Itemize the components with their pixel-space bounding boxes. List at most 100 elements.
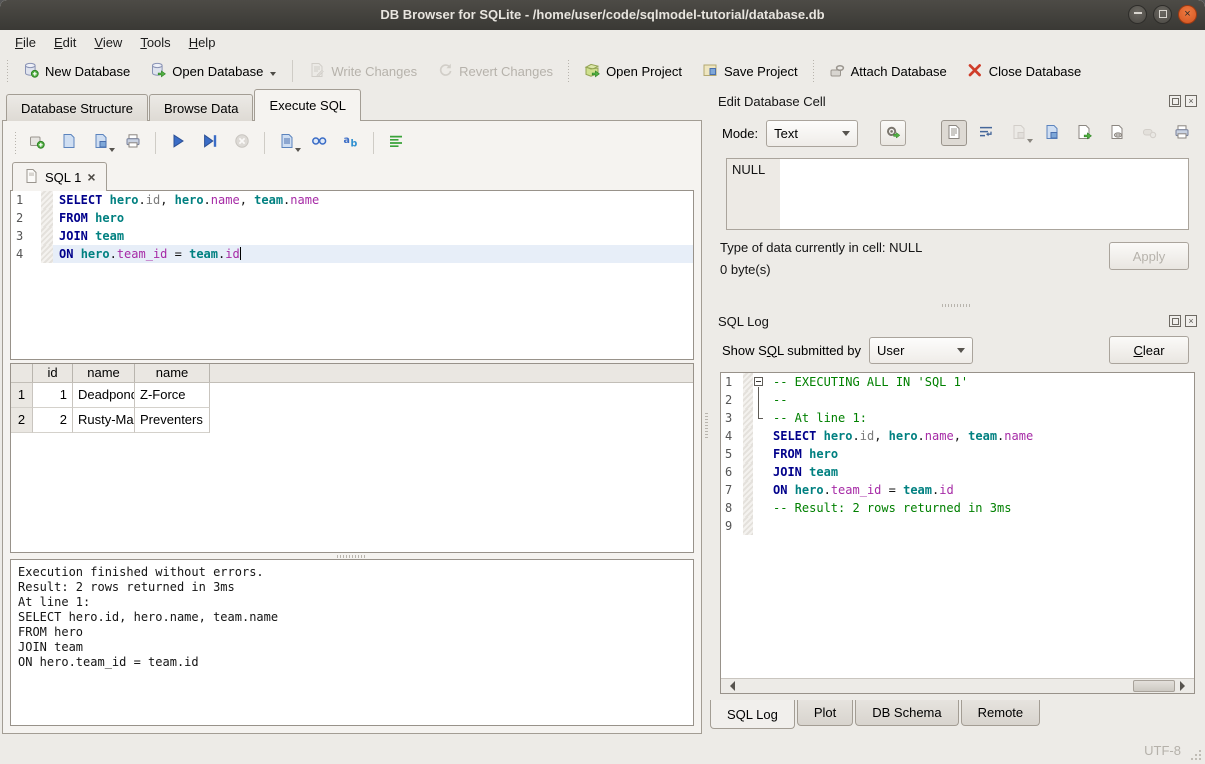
tab-database-structure[interactable]: Database Structure: [6, 94, 148, 121]
attach-database-button[interactable]: Attach Database: [819, 58, 957, 85]
apply-button[interactable]: Apply: [1109, 242, 1189, 270]
menu-view[interactable]: View: [85, 33, 131, 52]
table-cell[interactable]: 2: [33, 408, 73, 433]
results-grid[interactable]: idnamename11DeadpondZ-Force22Rusty-ManPr…: [10, 363, 694, 553]
code-line: 3JOIN team: [11, 227, 693, 245]
table-cell[interactable]: 1: [33, 383, 73, 408]
dropdown-caret-icon[interactable]: [1027, 139, 1033, 146]
toolbar-separator: [811, 60, 816, 82]
close-sql-tab-icon[interactable]: ×: [87, 169, 95, 185]
close-button[interactable]: ×: [1178, 5, 1197, 24]
sql-toolbar: ab: [10, 125, 694, 161]
right-pane: Edit Database Cell × Mode: Text NULL Typ…: [708, 88, 1205, 737]
scrollbar-thumb[interactable]: [1133, 680, 1175, 692]
column-header-id[interactable]: id: [33, 364, 73, 382]
minimize-button[interactable]: [1128, 5, 1147, 24]
tab-browse-data[interactable]: Browse Data: [149, 94, 253, 121]
new-sql-tab-icon: [29, 133, 45, 154]
toolbar-button-label: Close Database: [989, 64, 1082, 79]
sql-log-view[interactable]: 1-- EXECUTING ALL IN 'SQL 1'2--3-- At li…: [720, 372, 1195, 694]
svg-text:b: b: [351, 138, 358, 149]
line-number: 4: [11, 245, 41, 263]
close-panel-icon[interactable]: ×: [1185, 315, 1197, 327]
print-cell-button[interactable]: [1169, 120, 1195, 146]
tab-execute-sql[interactable]: Execute SQL: [254, 89, 361, 121]
fold-marker-icon[interactable]: [754, 377, 763, 386]
splitter-cell-log[interactable]: [708, 302, 1205, 308]
link-icon: [1109, 124, 1125, 143]
bottom-tab-sql-log[interactable]: SQL Log: [710, 700, 795, 729]
auto-switch-mode-button[interactable]: [880, 120, 906, 146]
sql-log-filter-select[interactable]: User: [869, 337, 973, 364]
new-sql-tab-button[interactable]: [24, 130, 50, 156]
execute-all-button[interactable]: [165, 130, 191, 156]
open-database-button[interactable]: Open Database: [140, 58, 286, 85]
open-external-button[interactable]: [1071, 120, 1097, 146]
line-number: 7: [721, 481, 743, 499]
splitter-results-output[interactable]: [10, 553, 694, 559]
close-panel-icon[interactable]: ×: [1185, 95, 1197, 107]
column-header-name[interactable]: name: [135, 364, 210, 382]
format-sql-button[interactable]: [383, 130, 409, 156]
mode-select[interactable]: Text: [766, 120, 858, 147]
fold-column[interactable]: [753, 373, 767, 391]
column-header-name[interactable]: name: [73, 364, 135, 382]
svg-text:a: a: [344, 135, 350, 146]
resize-grip[interactable]: [1189, 748, 1201, 760]
fold-column: [753, 391, 767, 409]
close-database-button[interactable]: Close Database: [957, 58, 1092, 85]
dropdown-caret-icon[interactable]: [109, 148, 115, 155]
execute-sql-page: ab SQL 1 × 1SELECT hero.id, hero.name, t…: [2, 120, 702, 734]
sql-editor[interactable]: 1SELECT hero.id, hero.name, team.name2FR…: [10, 190, 694, 360]
new-database-button[interactable]: New Database: [13, 58, 140, 85]
menu-help[interactable]: Help: [180, 33, 225, 52]
float-panel-icon[interactable]: [1169, 95, 1181, 107]
bottom-tab-db-schema[interactable]: DB Schema: [855, 700, 958, 726]
row-header[interactable]: 1: [11, 383, 33, 408]
cell-text-area[interactable]: [780, 159, 1188, 229]
output-line: Result: 2 rows returned in 3ms: [18, 580, 686, 595]
cell-info: Type of data currently in cell: NULL 0 b…: [720, 240, 1189, 302]
print-sql-button[interactable]: [120, 130, 146, 156]
float-panel-icon[interactable]: [1169, 315, 1181, 327]
text-mode-button[interactable]: [941, 120, 967, 146]
export-data-button[interactable]: [1039, 120, 1065, 146]
menu-file[interactable]: File: [6, 33, 45, 52]
log-horizontal-scrollbar[interactable]: [721, 678, 1194, 693]
table-cell[interactable]: Deadpond: [73, 383, 135, 408]
code-text: -- At line 1:: [767, 409, 1194, 427]
table-cell[interactable]: Z-Force: [135, 383, 210, 408]
scroll-left-icon[interactable]: [725, 681, 735, 691]
find-button[interactable]: [306, 130, 332, 156]
clear-log-button[interactable]: Clear: [1109, 336, 1189, 364]
open-project-button[interactable]: Open Project: [574, 58, 692, 85]
bottom-tab-plot[interactable]: Plot: [797, 700, 853, 726]
table-cell[interactable]: Preventers: [135, 408, 210, 433]
maximize-button[interactable]: [1153, 5, 1172, 24]
bottom-tab-remote[interactable]: Remote: [961, 700, 1041, 726]
titlebar[interactable]: DB Browser for SQLite - /home/user/code/…: [0, 0, 1205, 30]
save-results-button[interactable]: [274, 130, 300, 156]
open-sql-file-button[interactable]: [56, 130, 82, 156]
toolbar-button-label: Open Project: [606, 64, 682, 79]
save-sql-file-button[interactable]: [88, 130, 114, 156]
execution-output[interactable]: Execution finished without errors.Result…: [10, 559, 694, 726]
scroll-right-icon[interactable]: [1180, 681, 1190, 691]
mode-select-value: Text: [774, 126, 798, 141]
replace-button[interactable]: ab: [338, 130, 364, 156]
menu-tools[interactable]: Tools: [131, 33, 179, 52]
row-header[interactable]: 2: [11, 408, 33, 433]
cell-null-indicator: NULL: [727, 159, 780, 229]
line-number: 2: [721, 391, 743, 409]
menu-edit[interactable]: Edit: [45, 33, 85, 52]
save-project-button[interactable]: Save Project: [692, 58, 808, 85]
dropdown-caret-icon[interactable]: [270, 72, 276, 79]
execute-current-line-button[interactable]: [197, 130, 223, 156]
link-button[interactable]: [1104, 120, 1130, 146]
cell-content-editor[interactable]: NULL: [726, 158, 1189, 230]
dropdown-caret-icon[interactable]: [295, 148, 301, 155]
sql-file-tab[interactable]: SQL 1 ×: [12, 162, 107, 191]
sql-tab-row: SQL 1 ×: [10, 161, 694, 191]
table-cell[interactable]: Rusty-Man: [73, 408, 135, 433]
word-wrap-button[interactable]: [973, 120, 999, 146]
